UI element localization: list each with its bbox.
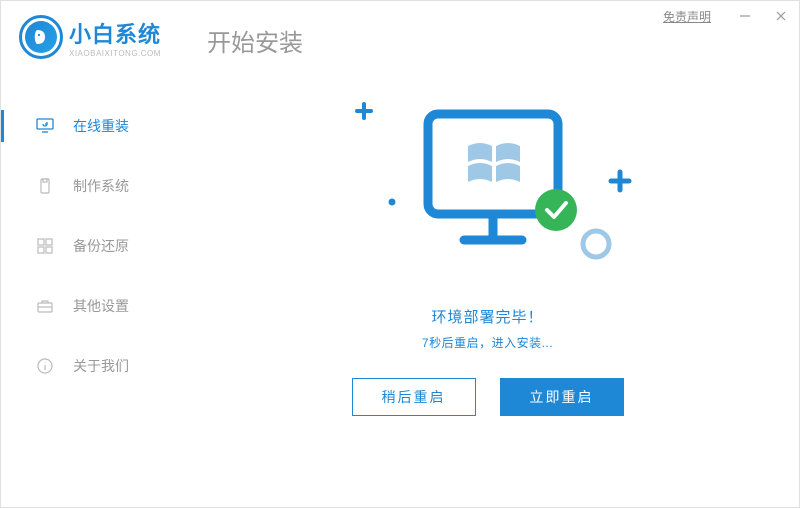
sidebar-item-backup-restore[interactable]: 备份还原 xyxy=(1,216,176,276)
briefcase-icon xyxy=(35,296,55,316)
page-title: 开始安装 xyxy=(207,23,303,58)
close-button[interactable] xyxy=(763,1,799,31)
sidebar-item-label: 其他设置 xyxy=(73,296,129,316)
monitor-refresh-icon xyxy=(35,116,55,136)
sidebar-item-label: 备份还原 xyxy=(73,236,129,256)
restart-now-button[interactable]: 立即重启 xyxy=(500,378,624,416)
sidebar: 在线重装 制作系统 备份还原 xyxy=(1,96,176,396)
brand-name: 小白系统 xyxy=(69,17,161,49)
app-logo: 小白系统 XIAOBAIXITONG.COM xyxy=(19,15,161,59)
disclaimer-link[interactable]: 免责声明 xyxy=(663,8,711,25)
sidebar-item-online-reinstall[interactable]: 在线重装 xyxy=(1,96,176,156)
restart-later-button[interactable]: 稍后重启 xyxy=(352,378,476,416)
info-icon xyxy=(35,356,55,376)
sidebar-item-other-settings[interactable]: 其他设置 xyxy=(1,276,176,336)
logo-icon xyxy=(19,15,63,59)
sidebar-item-label: 制作系统 xyxy=(73,176,129,196)
status-message: 环境部署完毕！ xyxy=(176,306,799,327)
grid-icon xyxy=(35,236,55,256)
sidebar-item-make-system[interactable]: 制作系统 xyxy=(1,156,176,216)
deployment-illustration xyxy=(308,84,668,284)
usb-icon xyxy=(35,176,55,196)
countdown-message: 7秒后重启，进入安装... xyxy=(176,334,799,351)
sidebar-item-label: 在线重装 xyxy=(73,116,129,136)
sidebar-item-label: 关于我们 xyxy=(73,356,129,376)
sidebar-item-about[interactable]: 关于我们 xyxy=(1,336,176,396)
minimize-button[interactable] xyxy=(727,1,763,31)
brand-url: XIAOBAIXITONG.COM xyxy=(69,49,161,58)
